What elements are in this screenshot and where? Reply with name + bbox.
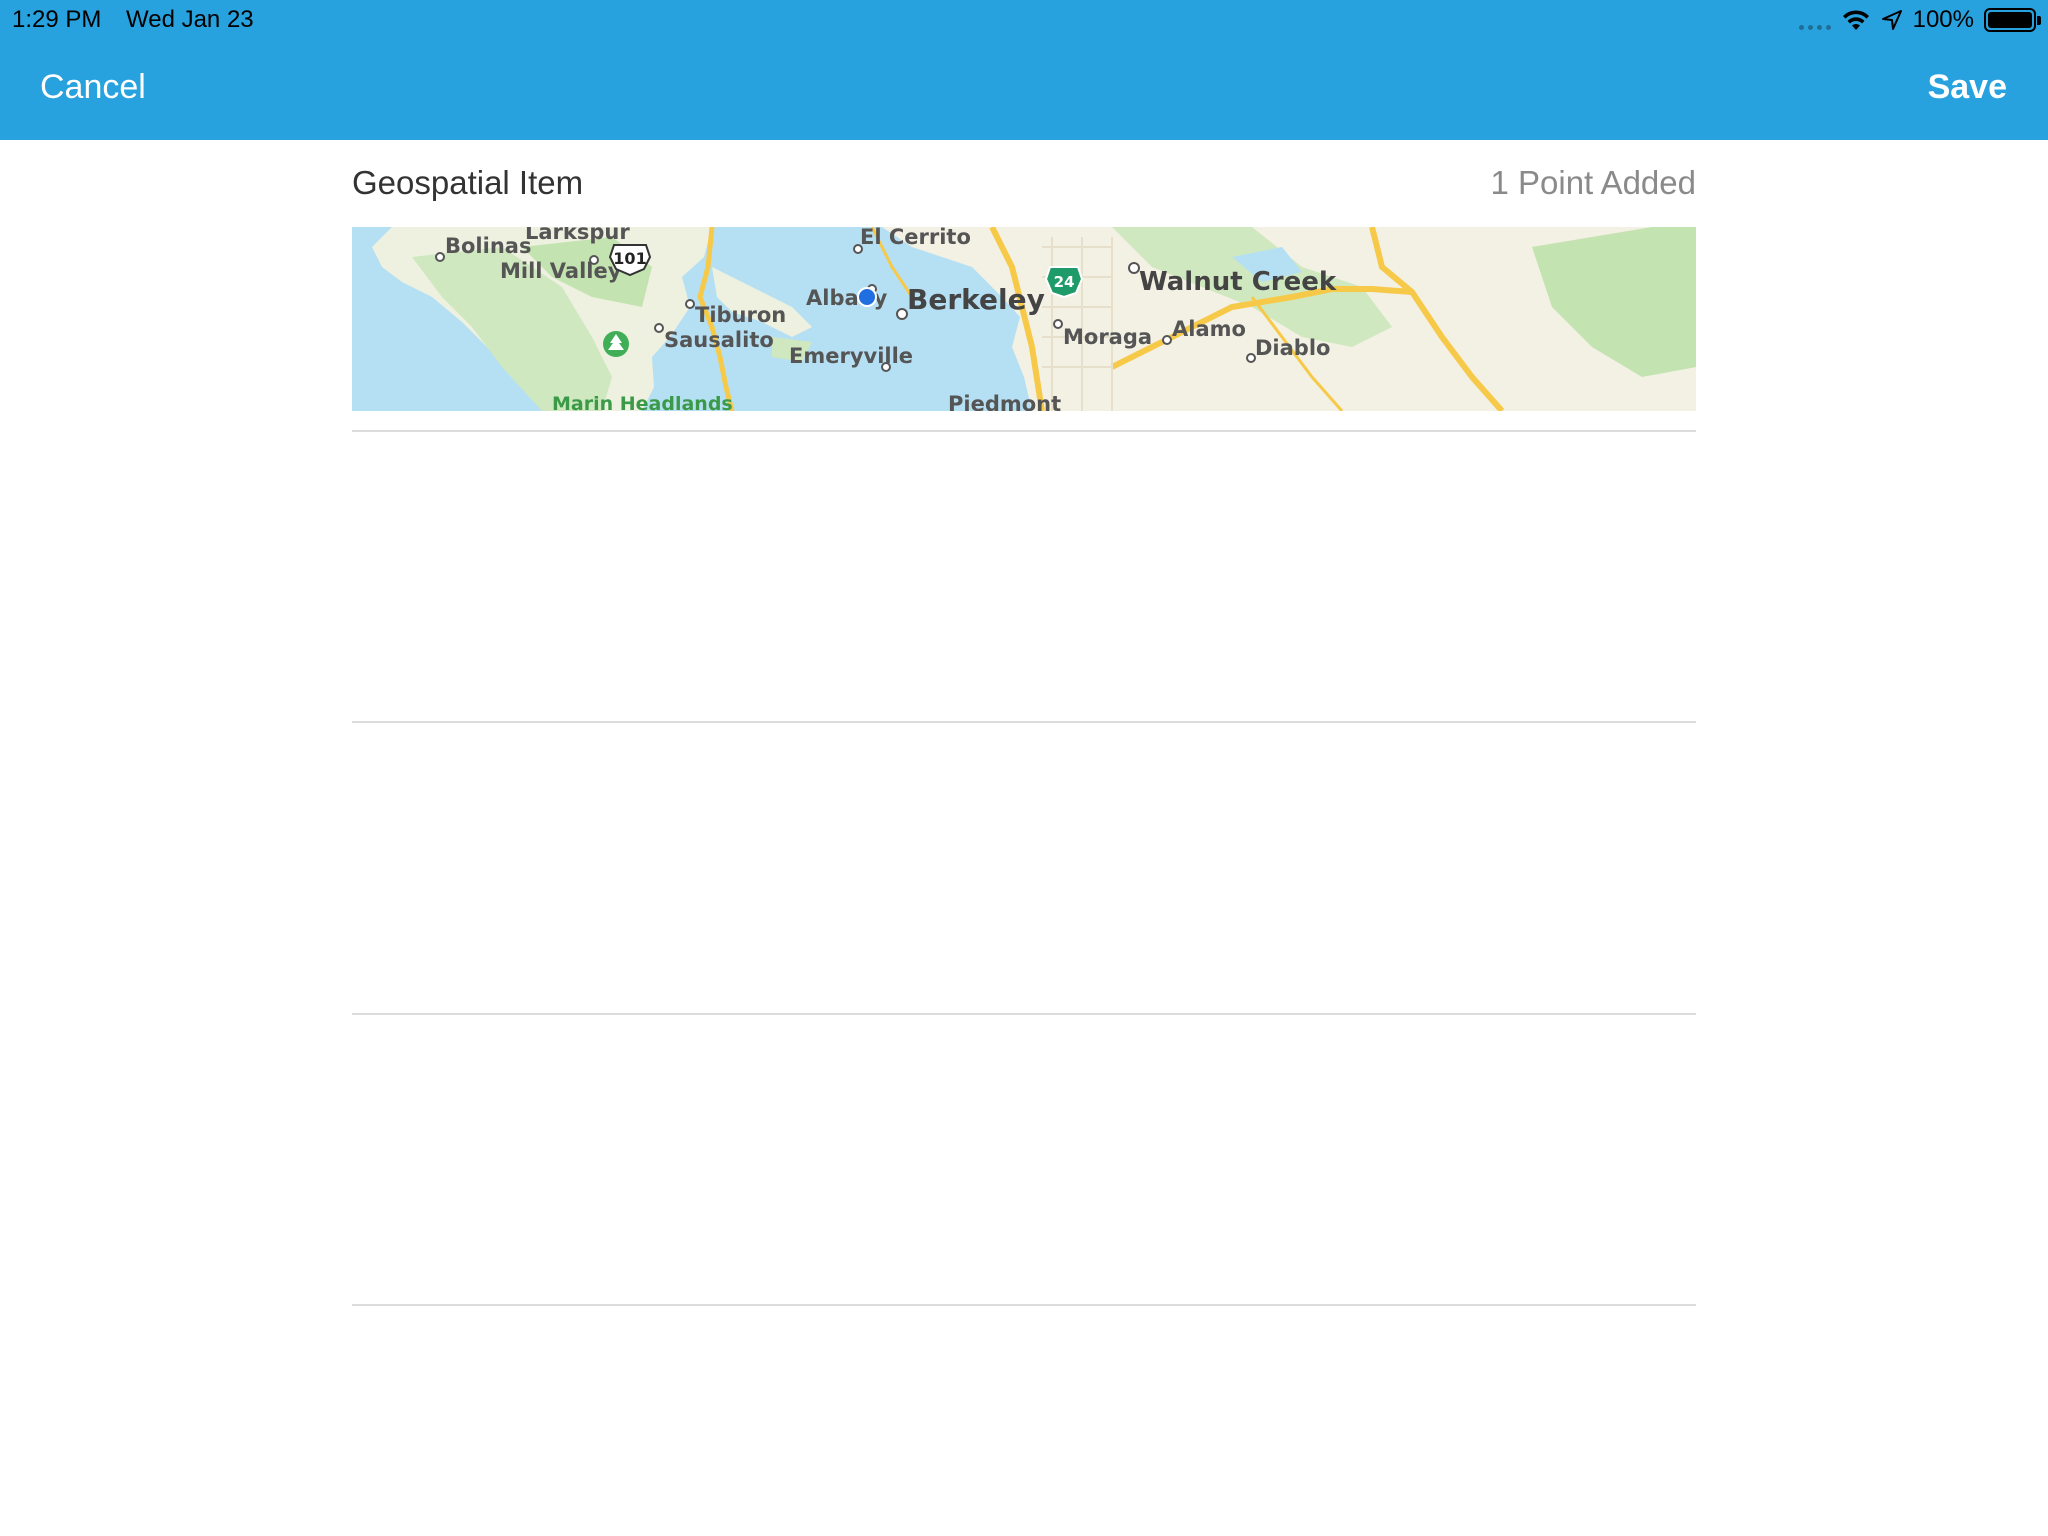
map-marker-bolinas xyxy=(435,252,445,262)
cancel-button[interactable]: Cancel xyxy=(40,68,146,107)
item-header: Geospatial Item 1 Point Added xyxy=(352,160,1696,208)
map-label-berkeley: Berkeley xyxy=(907,283,1045,316)
map-marker-berkeley xyxy=(896,308,908,320)
empty-row xyxy=(352,432,1696,721)
map-label-bolinas: Bolinas xyxy=(445,234,531,258)
map-marker-moraga xyxy=(1053,319,1063,329)
map-label-larkspur: Larkspur xyxy=(525,227,630,244)
wifi-icon xyxy=(1842,10,1869,30)
status-indicators: 100% xyxy=(1798,4,2041,36)
points-added-count: 1 Point Added xyxy=(1490,164,1696,201)
navigation-bar: 1:29 PM Wed Jan 23 100% Cancel Save xyxy=(0,0,2048,140)
map-label-sausalito: Sausalito xyxy=(664,328,774,352)
map-label-mill-valley: Mill Valley xyxy=(500,259,622,283)
battery-percent: 100% xyxy=(1912,6,1974,33)
map-view[interactable]: Bolinas Larkspur Mill Valley Tiburon Sau… xyxy=(352,227,1696,411)
item-title: Geospatial Item xyxy=(352,164,584,201)
divider-line xyxy=(352,1304,1696,1306)
map-label-piedmont: Piedmont xyxy=(948,392,1061,411)
map-label-marin-headlands: Marin Headlands xyxy=(552,393,733,411)
map-label-moraga: Moraga xyxy=(1063,325,1152,349)
map-label-tiburon: Tiburon xyxy=(695,303,786,327)
status-date: Wed Jan 23 xyxy=(126,6,254,33)
map-marker-sausalito xyxy=(654,323,664,333)
signal-dots-icon xyxy=(1798,10,1831,30)
map-marker-walnut-creek xyxy=(1128,262,1140,274)
tree-icon xyxy=(603,331,629,357)
map-label-diablo: Diablo xyxy=(1255,336,1330,360)
empty-row xyxy=(352,1015,1696,1304)
map-marker-alamo xyxy=(1162,335,1172,345)
location-arrow-icon xyxy=(1881,10,1902,30)
location-pin-icon xyxy=(857,287,877,307)
save-button[interactable]: Save xyxy=(1928,68,2007,107)
map-label-emeryville: Emeryville xyxy=(789,344,913,368)
ca-24-shield-icon: 24 xyxy=(1044,266,1084,299)
status-time: 1:29 PM xyxy=(12,6,102,33)
map-label-alamo: Alamo xyxy=(1172,317,1246,341)
svg-text:101: 101 xyxy=(613,249,646,268)
map-marker-diablo xyxy=(1246,353,1256,363)
battery-icon xyxy=(1984,8,2041,32)
map-label-el-cerrito: El Cerrito xyxy=(860,227,971,249)
map-marker-tiburon xyxy=(685,299,695,309)
map-label-walnut-creek: Walnut Creek xyxy=(1139,267,1337,297)
empty-row xyxy=(352,723,1696,1014)
svg-text:24: 24 xyxy=(1054,273,1075,291)
